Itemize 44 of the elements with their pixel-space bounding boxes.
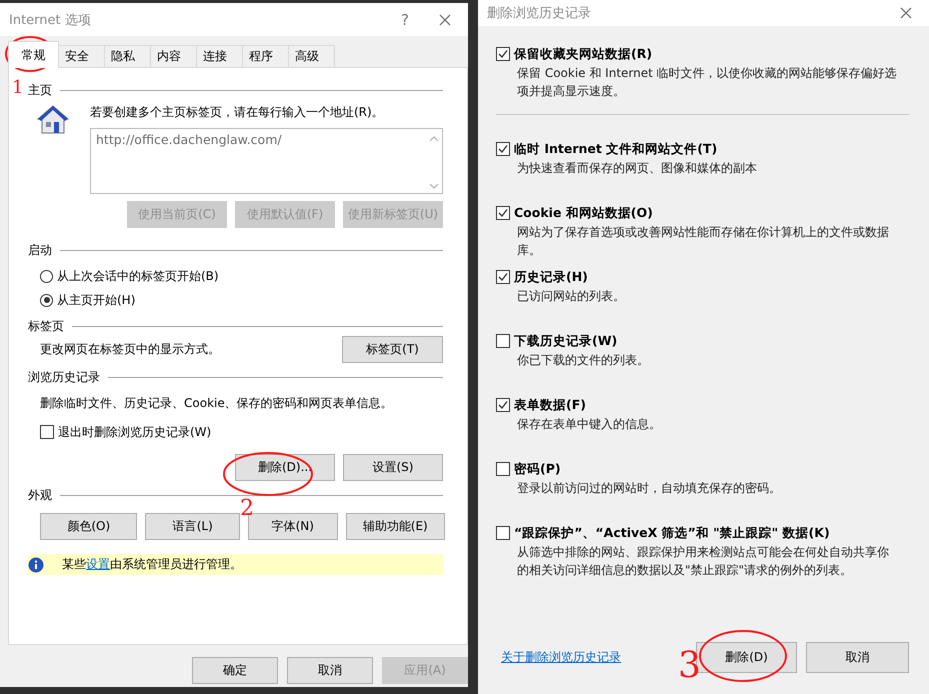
help-button[interactable]: ? (380, 10, 430, 28)
checkbox-label: 保留收藏夹网站数据(R) (514, 46, 652, 62)
section-heading: 外观 (28, 486, 52, 504)
item-description: 登录以前访问过的网站时，自动填充保存的密码。 (516, 480, 782, 497)
home-page-address-field[interactable]: http://office.dachenglaw.com/ (90, 128, 443, 194)
section-heading: 启动 (28, 242, 52, 258)
tabs-button[interactable]: 标签页(T) (342, 336, 443, 363)
checkbox-label: 临时 Internet 文件和网站文件(T) (514, 140, 718, 158)
item-description: 你已下载的文件的列表。 (516, 352, 650, 369)
dialog-button[interactable]: 取消 (287, 657, 373, 684)
dialog-button[interactable]: 确定 (192, 657, 278, 684)
checkbox-label: 表单数据(F) (514, 396, 586, 414)
description-text: 删除临时文件、历史记录、Cookie、保存的密码和网页表单信息。 (40, 396, 393, 410)
item-description: 保存在表单中键入的信息。 (516, 416, 662, 433)
item-description: 已访问网站的列表。 (516, 288, 626, 305)
instruction-text: 若要创建多个主页标签页，请在每行输入一个地址(R)。 (90, 104, 385, 121)
checkbox-label: Cookie 和网站数据(O) (514, 204, 653, 222)
item-description: 网站为了保存首选项或改善网站性能而存储在你计算机上的文件或数据库。 (516, 224, 890, 259)
section-heading: 主页 (28, 82, 52, 98)
checkbox-label: “跟踪保护”、“ActiveX 筛选”和 "禁止跟踪" 数据(K) (514, 524, 830, 542)
checkbox-label: 密码(P) (514, 460, 561, 478)
item-description: 保留 Cookie 和 Internet 临时文件，以使你收藏的网站能够保存偏好选项并提高显示速度。 (516, 65, 897, 100)
appearance-button[interactable]: 颜色(O) (40, 513, 138, 540)
tab[interactable]: 常规 (8, 41, 59, 68)
tab[interactable]: 高级 (288, 45, 335, 67)
annotation-number: 1 (12, 79, 24, 97)
appearance-button[interactable]: 辅助功能(E) (346, 513, 445, 540)
item-description: 从筛选中排除的网站、跟踪保护用来检测站点可能会在何处自动共享你的相关访问详细信息的数据以及"禁止跟踪"请求的例外的列表。 (516, 544, 890, 579)
settings-button[interactable]: 设置(S) (343, 454, 443, 481)
checkbox-label: 退出时删除浏览历史记录(W) (58, 424, 212, 440)
section-heading: 标签页 (28, 318, 64, 334)
radio-label: 从上次会话中的标签页开始(B) (57, 268, 219, 284)
window-title: 删除浏览历史记录 (487, 5, 592, 22)
section-heading: 浏览历史记录 (28, 368, 100, 386)
checkbox-label: 历史记录(H) (514, 268, 588, 286)
cancel-button[interactable]: 取消 (806, 642, 909, 673)
window-title: Internet 选项 (9, 12, 92, 28)
radio-label: 从主页开始(H) (57, 292, 136, 308)
item-description: 为快速查看而保存的网页、图像和媒体的副本 (516, 160, 758, 177)
description-text: 更改网页在标签页中的显示方式。 (40, 341, 220, 358)
settings-link[interactable]: 设置 (86, 557, 110, 571)
notice-text: 某些设置由系统管理员进行管理。 (62, 556, 242, 573)
checkbox-label: 下载历史记录(W) (514, 332, 618, 350)
appearance-button[interactable]: 语言(L) (145, 513, 240, 540)
